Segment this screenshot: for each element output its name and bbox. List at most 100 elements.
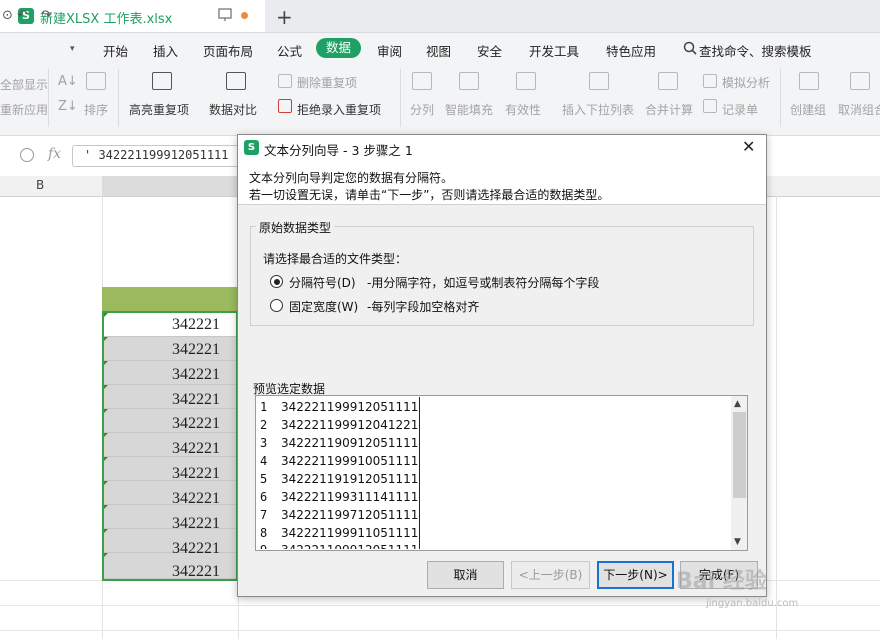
preview-row-number: 6 bbox=[260, 490, 268, 504]
sort-asc-icon[interactable]: A↓ bbox=[58, 74, 78, 89]
monitor-icon[interactable] bbox=[218, 8, 232, 22]
preview-row-number: 2 bbox=[260, 418, 268, 432]
group-label: 原始数据类型 bbox=[256, 219, 335, 236]
menu-data-active[interactable]: 数据 bbox=[316, 38, 361, 58]
scroll-up-icon[interactable]: ▲ bbox=[734, 399, 741, 409]
preview-row-value: 342221199912051111 bbox=[281, 543, 418, 549]
menu-view[interactable]: 视图 bbox=[426, 41, 451, 60]
delimited-radio[interactable] bbox=[270, 275, 283, 288]
column-c-header-selected[interactable] bbox=[102, 176, 238, 196]
show-all-button[interactable]: 全部显示 bbox=[0, 76, 48, 93]
menu-special[interactable]: 特色应用 bbox=[606, 41, 656, 60]
menu-home[interactable]: 开始 bbox=[103, 41, 128, 60]
reject-duplicates-button[interactable]: 拒绝录入重复项 bbox=[297, 101, 381, 118]
highlight-duplicates-button[interactable]: 高亮重复项 bbox=[129, 101, 189, 118]
reject-duplicates-icon bbox=[278, 99, 292, 113]
sort-desc-icon[interactable]: Z↓ bbox=[58, 99, 78, 114]
new-tab-button[interactable]: + bbox=[276, 5, 293, 29]
preview-row-number: 1 bbox=[260, 400, 268, 414]
ribbon-separator bbox=[48, 69, 49, 127]
preview-row-value: 342221199311141111 bbox=[281, 490, 419, 504]
redo-icon[interactable]: ↷ bbox=[41, 8, 52, 23]
data-compare-icon bbox=[226, 72, 246, 90]
dropdown-icon[interactable]: ▾ bbox=[70, 44, 75, 54]
preview-row-number: 7 bbox=[260, 508, 268, 522]
preview-row-value: 342221199712051111 bbox=[281, 508, 419, 522]
next-step-button[interactable]: 下一步(N)> bbox=[597, 561, 674, 589]
preview-row-value: 342221190912051111 bbox=[281, 436, 419, 450]
grid-line bbox=[776, 196, 777, 639]
menu-page-layout[interactable]: 页面布局 bbox=[203, 41, 253, 60]
preview-row-number: 3 bbox=[260, 436, 268, 450]
document-tab-title: 新建XLSX 工作表.xlsx bbox=[40, 12, 173, 27]
reapply-button[interactable]: 重新应用 bbox=[0, 101, 48, 118]
selection-range bbox=[102, 311, 238, 581]
preview-row-value: 342221199912041221 bbox=[281, 418, 419, 432]
menu-formula[interactable]: 公式 bbox=[277, 41, 302, 60]
create-group-button[interactable]: 创建组 bbox=[790, 101, 826, 118]
group-prompt: 请选择最合适的文件类型： bbox=[263, 252, 408, 266]
preview-row-number: 8 bbox=[260, 526, 268, 540]
search-icon[interactable] bbox=[683, 41, 697, 55]
delimited-radio-label[interactable]: 分隔符号(D) bbox=[289, 274, 356, 291]
create-group-icon bbox=[799, 72, 819, 90]
dialog-description-line1: 文本分列向导判定您的数据有分隔符。 bbox=[249, 171, 454, 185]
data-compare-button[interactable]: 数据对比 bbox=[209, 101, 257, 118]
menu-security[interactable]: 安全 bbox=[477, 41, 502, 60]
menu-insert[interactable]: 插入 bbox=[153, 41, 178, 60]
menu-review[interactable]: 审阅 bbox=[377, 41, 402, 60]
zoom-icon[interactable] bbox=[20, 148, 34, 162]
grid-line bbox=[0, 630, 880, 631]
record-sheet-button[interactable]: 记录单 bbox=[722, 101, 758, 118]
preview-row-number: 4 bbox=[260, 454, 268, 468]
record-sheet-icon bbox=[703, 99, 717, 113]
remove-duplicates-button[interactable]: 删除重复项 bbox=[297, 74, 357, 91]
merge-calc-button[interactable]: 合并计算 bbox=[645, 101, 693, 118]
validity-button[interactable]: 有效性 bbox=[505, 101, 541, 118]
column-b-header[interactable]: B bbox=[36, 178, 44, 192]
scroll-down-icon[interactable]: ▼ bbox=[734, 537, 741, 547]
preview-row-value: 342221191912051111 bbox=[281, 472, 419, 486]
fixed-width-radio[interactable] bbox=[270, 299, 283, 312]
baidu-watermark: Bai 经验 bbox=[676, 569, 767, 594]
simulation-analysis-button[interactable]: 模拟分析 bbox=[722, 74, 770, 91]
smart-fill-icon bbox=[459, 72, 479, 90]
formula-value: ' 342221199912051111 bbox=[84, 148, 229, 162]
split-columns-icon bbox=[412, 72, 432, 90]
ribbon-separator bbox=[780, 69, 781, 127]
preview-row-value: 342221199911051111 bbox=[281, 526, 419, 540]
fx-label[interactable]: fx bbox=[48, 146, 61, 162]
quick-access-partial-icon[interactable]: ⊙ bbox=[2, 8, 13, 23]
ungroup-button[interactable]: 取消组合 bbox=[838, 101, 880, 118]
scrollbar-thumb[interactable] bbox=[733, 412, 746, 498]
remove-duplicates-icon bbox=[278, 74, 292, 88]
menu-developer[interactable]: 开发工具 bbox=[529, 41, 579, 60]
unsaved-dot-icon bbox=[241, 12, 248, 19]
ribbon-separator bbox=[118, 69, 119, 127]
preview-row-value: 342221199910051111 bbox=[281, 454, 419, 468]
ribbon-separator bbox=[400, 69, 401, 127]
smart-fill-button[interactable]: 智能填充 bbox=[445, 101, 493, 118]
undo-icon[interactable]: ↶ bbox=[17, 8, 28, 23]
previous-step-button[interactable]: <上一步(B) bbox=[511, 561, 590, 589]
header-cell-green[interactable] bbox=[102, 287, 238, 311]
dialog-description-line2: 若一切设置无误，请单击“下一步”，否则请选择最合适的数据类型。 bbox=[249, 188, 610, 202]
baidu-watermark-url: jingyan.baidu.com bbox=[706, 598, 799, 609]
ungroup-icon bbox=[850, 72, 870, 90]
fixed-width-radio-label[interactable]: 固定宽度(W) bbox=[289, 298, 358, 315]
document-tab[interactable]: S 新建XLSX 工作表.xlsx bbox=[0, 0, 265, 32]
preview-row-number: 5 bbox=[260, 472, 268, 486]
highlight-duplicates-icon bbox=[152, 72, 172, 90]
insert-dropdown-button[interactable]: 插入下拉列表 bbox=[562, 101, 634, 118]
simulation-icon bbox=[703, 74, 717, 88]
preview-row-value: 342221199912051111 bbox=[281, 400, 419, 414]
fixed-width-description: -每列字段加空格对齐 bbox=[367, 300, 480, 314]
dialog-title: 文本分列向导 - 3 步骤之 1 bbox=[264, 143, 413, 158]
preview-row-number: 9 bbox=[260, 543, 267, 549]
sort-button[interactable]: 排序 bbox=[84, 101, 108, 118]
cancel-button[interactable]: 取消 bbox=[427, 561, 504, 589]
close-icon[interactable]: ✕ bbox=[742, 137, 755, 156]
search-commands[interactable]: 查找命令、搜索模板 bbox=[699, 41, 812, 60]
split-columns-button[interactable]: 分列 bbox=[410, 101, 434, 118]
delimited-description: -用分隔字符，如逗号或制表符分隔每个字段 bbox=[367, 276, 600, 290]
